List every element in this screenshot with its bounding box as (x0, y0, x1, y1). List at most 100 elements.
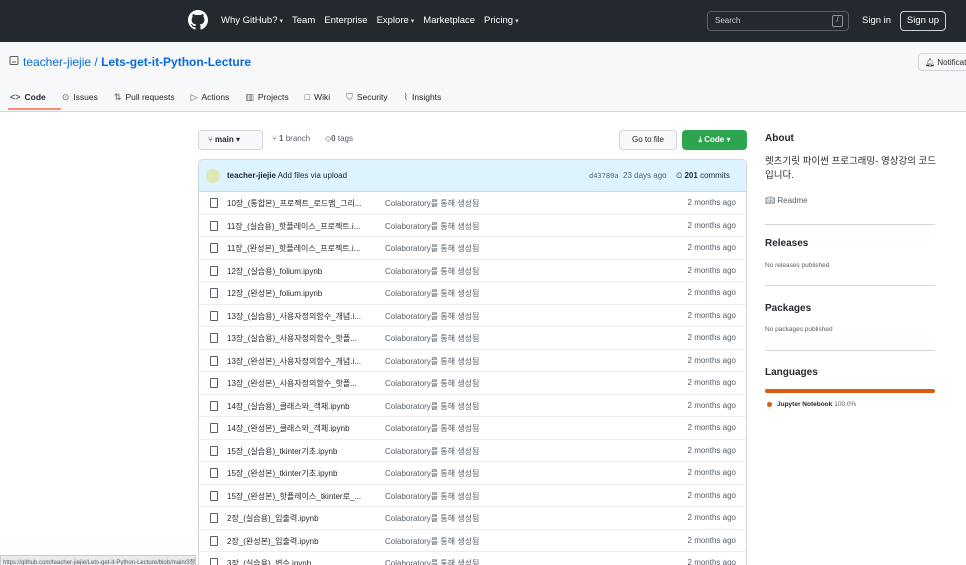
commit-author-link[interactable]: teacher-jiejie (227, 171, 276, 180)
file-name-link[interactable]: 13장_(완성본)_사용자정의함수_핫플... (227, 378, 377, 389)
file-commit-message-link[interactable]: Colaboratory를 통해 생성됨 (385, 401, 479, 412)
file-icon (210, 288, 218, 298)
commit-label: commits (700, 171, 730, 180)
repo-icon (9, 56, 19, 65)
tab-label: Code (24, 92, 46, 102)
file-icon (210, 423, 218, 433)
file-name-link[interactable]: 14장_(실습용)_클래스와_객체.ipynb (227, 401, 377, 412)
branches-link[interactable]: ⑂ 1 branch (272, 134, 310, 143)
nav-item-why-github[interactable]: Why GitHub? ▾ (221, 15, 283, 26)
file-commit-message-link[interactable]: Colaboratory를 통해 생성됨 (385, 288, 479, 299)
commit-message-link[interactable]: Add files via upload (278, 171, 347, 180)
repo-name-link[interactable]: Lets-get-it-Python-Lecture (101, 55, 251, 69)
releases-heading[interactable]: Releases (765, 238, 808, 249)
repo-owner-link[interactable]: teacher-jiejie (23, 55, 91, 69)
file-name-link[interactable]: 13장_(실습용)_사용자정의함수_핫플... (227, 333, 377, 344)
tab-actions[interactable]: ▷ Actions (191, 90, 230, 104)
branch-icon: ⑂ (208, 135, 216, 144)
file-name-link[interactable]: 10장_(통합본)_프로젝트_로드맵_그리... (227, 198, 377, 209)
language-percent: 100.0% (834, 401, 857, 408)
active-tab-underline (8, 108, 61, 110)
tab-code[interactable]: <> Code (10, 90, 46, 104)
go-to-file-button[interactable]: Go to file (619, 130, 677, 150)
file-name-link[interactable]: 13장_(완성본)_사용자정의함수_개념.i... (227, 356, 377, 367)
file-commit-message-link[interactable]: Colaboratory를 통해 생성됨 (385, 491, 479, 502)
commit-message: teacher-jiejie Add files via upload (227, 171, 347, 180)
tags-link[interactable]: ◇0 tags (325, 134, 353, 143)
nav-item-team[interactable]: Team (292, 15, 315, 26)
file-commit-message-link[interactable]: Colaboratory를 통해 생성됨 (385, 311, 479, 322)
code-dropdown-button[interactable]: ⤓ Code ▾ (682, 130, 747, 150)
repo-tabs: <> Code ⊙ Issues ⇅ Pull requests ▷ Actions ▥ Proj… (10, 90, 441, 104)
file-name-link[interactable]: 12장_(완성본)_folium.ipynb (227, 288, 377, 299)
file-commit-message-link[interactable]: Colaboratory를 통해 생성됨 (385, 468, 479, 479)
file-name-link[interactable]: 11장_(실습용)_핫플레이스_프로젝트.i... (227, 221, 377, 232)
readme-link[interactable]: 📖︎ Readme (765, 196, 808, 205)
file-commit-message-link[interactable]: Colaboratory를 통해 생성됨 (385, 513, 479, 524)
file-name-link[interactable]: 15장_(실습용)_tkinter기초.ipynb (227, 446, 377, 457)
tab-projects[interactable]: ▥ Projects (245, 90, 288, 104)
tab-label: Security (356, 92, 388, 102)
file-commit-age: 2 months ago (687, 220, 736, 230)
nav-item-enterprise[interactable]: Enterprise (324, 15, 367, 26)
notifications-label: Notifications (937, 58, 966, 67)
file-commit-message-link[interactable]: Colaboratory를 통해 생성됨 (385, 266, 479, 277)
tab-label: Issues (73, 92, 98, 102)
file-commit-message-link[interactable]: Colaboratory를 통해 생성됨 (385, 198, 479, 209)
notifications-button[interactable]: 🔔︎ Notifications (918, 53, 966, 71)
tab-pull-requests[interactable]: ⇅ Pull requests (114, 90, 175, 104)
sign-up-button[interactable]: Sign up (900, 11, 946, 31)
file-commit-age: 2 months ago (687, 310, 736, 320)
tab-insights[interactable]: ⌇ Insights (404, 90, 442, 104)
file-commit-message-link[interactable]: Colaboratory를 통해 생성됨 (385, 536, 479, 547)
repo-title: teacher-jiejie / Lets-get-it-Python-Lect… (23, 55, 251, 69)
shield-icon: ⛉ (346, 91, 353, 102)
about-heading: About (765, 133, 794, 144)
tag-label: tags (337, 134, 353, 143)
sidebar-divider (765, 350, 935, 351)
sign-in-link[interactable]: Sign in (862, 15, 891, 26)
commit-hash-link[interactable]: d43780a (589, 172, 619, 180)
github-logo-icon[interactable] (188, 10, 208, 30)
file-icon (210, 513, 218, 523)
tab-label: Projects (257, 92, 289, 102)
file-row: 15장_(완성본)_핫플레이스_tkinter로_... Colaboratory… (199, 485, 746, 507)
graph-icon: ⌇ (403, 91, 408, 102)
file-row: 2장_(완성본)_입출력.ipynb Colaboratory를 통해 생성됨 2 … (199, 530, 746, 552)
file-commit-message-link[interactable]: Colaboratory를 통해 생성됨 (385, 356, 479, 367)
file-icon (210, 355, 218, 366)
file-commit-age: 2 months ago (687, 513, 736, 522)
nav-item-marketplace[interactable]: Marketplace (423, 15, 475, 26)
tab-security[interactable]: ⛉ Security (346, 90, 387, 104)
avatar[interactable] (206, 169, 220, 183)
nav-item-pricing[interactable]: Pricing ▾ (484, 15, 519, 26)
file-commit-message-link[interactable]: Colaboratory를 통해 생성됨 (385, 378, 479, 389)
file-name-link[interactable]: 11장_(완성본)_핫플레이스_프로젝트.i... (227, 243, 377, 254)
file-name-link[interactable]: 14장_(완성본)_클래스와_객체.ipynb (227, 423, 377, 434)
file-name-link[interactable]: 15장_(완성본)_핫플레이스_tkinter로_... (227, 491, 377, 502)
tab-wiki[interactable]: □ Wiki (305, 90, 331, 104)
nav-item-explore[interactable]: Explore ▾ (377, 15, 415, 26)
file-row: 13장_(완성본)_사용자정의함수_핫플... Colaboratory를 통해 … (199, 372, 746, 395)
file-commit-message-link[interactable]: Colaboratory를 통해 생성됨 (385, 333, 479, 344)
file-commit-message-link[interactable]: Colaboratory를 통해 생성됨 (385, 221, 479, 232)
file-row: 14장_(실습용)_클래스와_객체.ipynb Colaboratory를 통해 … (199, 395, 746, 417)
file-name-link[interactable]: 2장_(실습용)_입출력.ipynb (227, 513, 377, 524)
language-item[interactable]: Jupyter Notebook 100.0% (767, 401, 856, 408)
file-commit-message-link[interactable]: Colaboratory를 통해 생성됨 (385, 558, 479, 565)
file-name-link[interactable]: 2장_(완성본)_입출력.ipynb (227, 536, 377, 547)
packages-heading[interactable]: Packages (765, 303, 811, 314)
branch-select-button[interactable]: ⑂ main ▾ (198, 130, 263, 150)
file-commit-message-link[interactable]: Colaboratory를 통해 생성됨 (385, 446, 479, 457)
file-commit-message-link[interactable]: Colaboratory를 통해 생성됨 (385, 423, 479, 434)
search-input[interactable]: Search / (707, 11, 849, 31)
file-name-link[interactable]: 13장_(실습용)_사용자정의함수_개념.i... (227, 311, 377, 322)
tab-issues[interactable]: ⊙ Issues (62, 90, 98, 104)
file-name-link[interactable]: 12장_(실습용)_folium.ipynb (227, 266, 377, 277)
file-name-link[interactable]: 15장_(완성본)_tkinter기초.ipynb (227, 468, 377, 479)
file-commit-message-link[interactable]: Colaboratory를 통해 생성됨 (385, 243, 479, 254)
repo-separator: / (91, 55, 102, 69)
file-commit-age: 2 months ago (687, 535, 736, 545)
commits-link[interactable]: ⏲ 201 commits (676, 171, 730, 181)
file-name-link[interactable]: 3장_(실습용)_변수.ipynb (227, 558, 377, 565)
